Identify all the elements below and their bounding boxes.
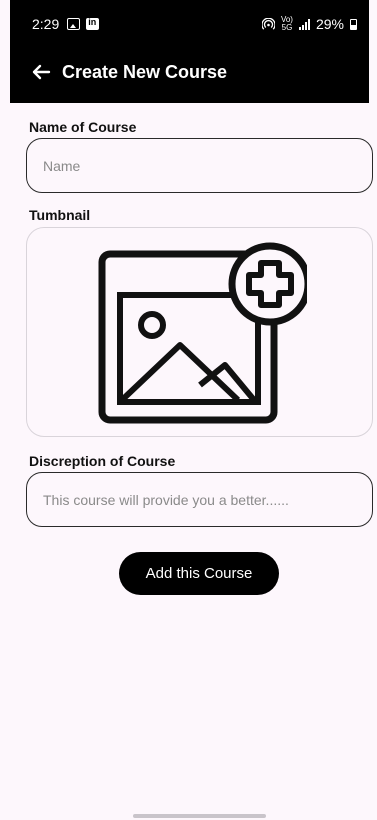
- status-bar: 2:29 Vo) 5G 29%: [10, 0, 369, 48]
- page-title: Create New Course: [62, 61, 228, 82]
- course-name-label: Name of Course: [29, 119, 137, 135]
- gallery-notification-icon: [67, 18, 81, 30]
- thumbnail-label: Tumbnail: [29, 207, 91, 223]
- add-course-button[interactable]: Add this Course: [119, 552, 279, 595]
- course-description-label: Discreption of Course: [29, 453, 176, 469]
- linkedin-notification-icon: [86, 17, 100, 30]
- battery-level: 29%: [315, 16, 344, 32]
- network-type-indicator: Vo) 5G: [281, 16, 293, 32]
- home-indicator[interactable]: [133, 814, 266, 818]
- arrow-left-icon[interactable]: [30, 61, 52, 83]
- app-header: 2:29 Vo) 5G 29%: [10, 0, 369, 103]
- add-image-icon: [98, 242, 307, 424]
- status-time: 2:29: [32, 16, 60, 32]
- battery-icon: [350, 18, 357, 30]
- thumbnail-picker[interactable]: [26, 227, 373, 437]
- signal-strength-icon: [298, 18, 310, 30]
- network-generation-indicator: 5G: [281, 23, 293, 32]
- toolbar: Create New Course: [10, 52, 369, 92]
- status-left: 2:29: [32, 16, 100, 32]
- screen: 2:29 Vo) 5G 29%: [0, 0, 377, 820]
- course-description-input[interactable]: [26, 472, 373, 527]
- course-name-input[interactable]: [26, 138, 373, 193]
- hotspot-icon: [261, 17, 275, 30]
- status-right: Vo) 5G 29%: [261, 16, 357, 32]
